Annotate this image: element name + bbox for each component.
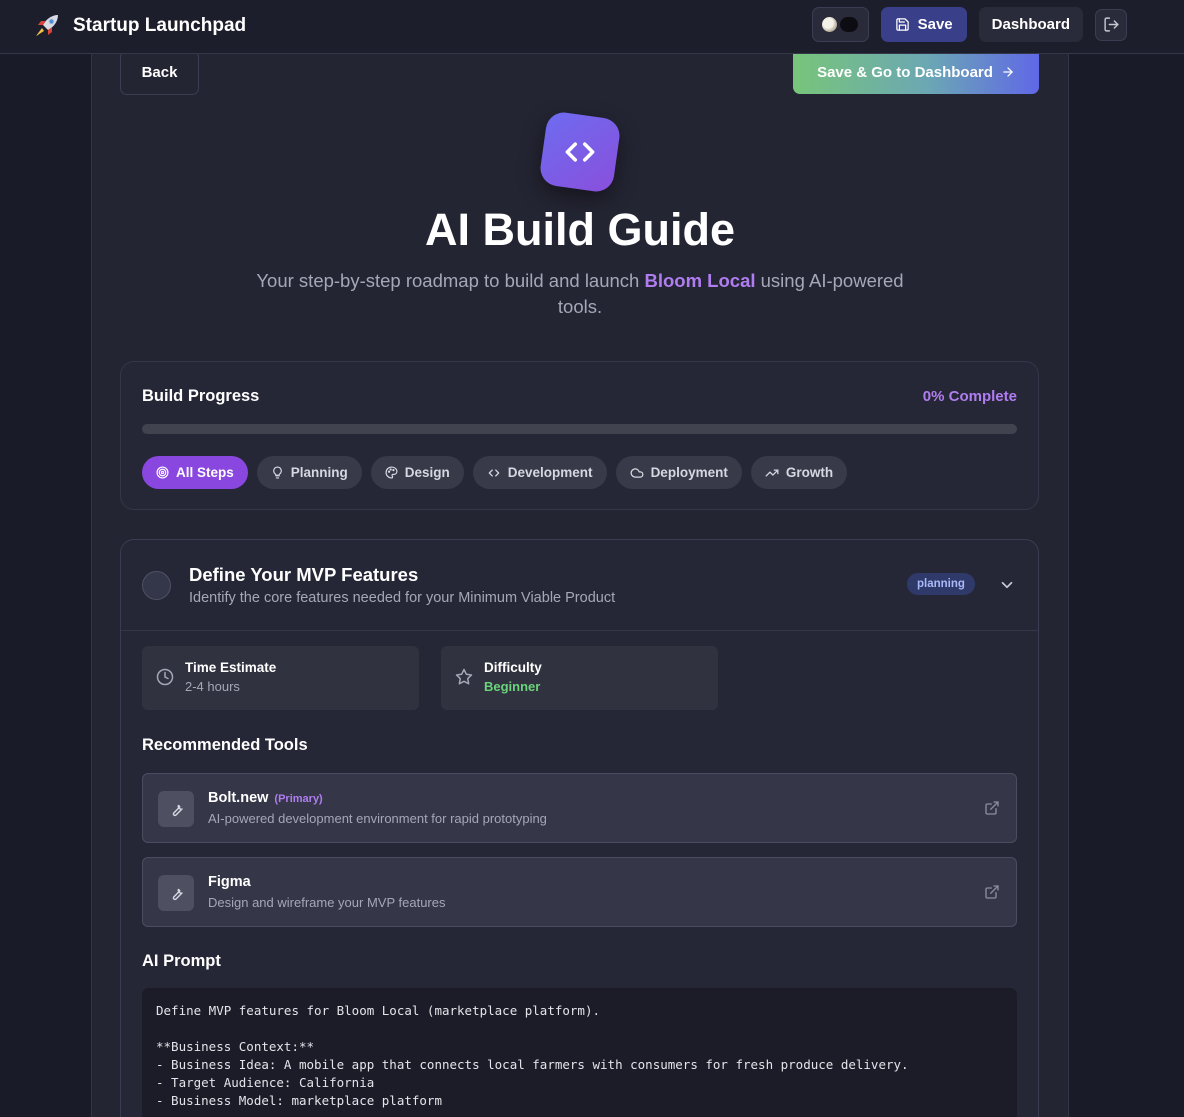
filter-planning[interactable]: Planning [256,456,362,489]
filter-label: Growth [785,465,834,480]
tool-description: AI-powered development environment for r… [208,811,547,826]
progress-percent: 0% Complete [922,388,1017,405]
lightbulb-icon [272,466,282,479]
wrench-icon [158,875,194,911]
target-icon [156,466,169,479]
step-header[interactable]: Define Your MVP Features Identify the co… [121,540,1038,631]
project-name: Bloom Local [644,270,756,291]
filter-all-steps[interactable]: All Steps [142,456,248,489]
external-link-icon[interactable] [984,800,1000,816]
code-icon [538,110,622,194]
tool-item-figma[interactable]: Figma Design and wireframe your MVP feat… [142,857,1017,927]
tool-description: Design and wireframe your MVP features [208,895,446,910]
filter-deployment[interactable]: Deployment [615,456,742,489]
brand-name: Startup Launchpad [73,15,247,36]
step-category-badge: planning [907,573,975,595]
primary-tag: (Primary) [274,793,323,805]
build-progress-panel: Build Progress 0% Complete All Steps Pla… [120,361,1039,510]
save-and-go-label: Save & Go to Dashboard [817,63,993,81]
ai-prompt-heading: AI Prompt [142,952,221,970]
arrow-right-icon [1003,67,1013,77]
filter-design[interactable]: Design [370,456,464,489]
logout-icon [1103,17,1119,32]
filter-label: Design [404,465,450,480]
dashboard-button[interactable]: Dashboard [978,7,1083,42]
filter-label: All Steps [176,465,234,480]
filter-label: Development [507,465,593,480]
back-button[interactable]: Back [120,50,199,95]
tool-name-text: Figma [208,874,251,890]
palette-icon [385,466,398,479]
save-button-label: Save [917,16,953,33]
step-filters: All Steps Planning Design Development De… [142,456,848,489]
trending-up-icon [765,468,779,477]
logout-button[interactable] [1095,8,1127,41]
chevron-down-icon[interactable] [998,576,1016,594]
filter-development[interactable]: Development [472,456,607,489]
filter-label: Deployment [650,465,728,480]
step-card: Define Your MVP Features Identify the co… [120,539,1039,1117]
dark-mode-icon [840,17,859,32]
tool-name: Bolt.new (Primary) [208,790,323,806]
difficulty-label: Difficulty [484,660,542,675]
code-icon [488,468,500,477]
filter-label: Planning [290,465,348,480]
tool-item-bolt[interactable]: Bolt.new (Primary) AI-powered development… [142,773,1017,843]
brand[interactable]: Startup Launchpad [31,10,246,42]
save-icon [895,18,909,31]
tool-name-text: Bolt.new [208,790,269,806]
star-icon [455,668,473,685]
wrench-icon [158,791,194,827]
moon-icon [822,17,838,32]
step-title: Define Your MVP Features [189,564,419,585]
difficulty-value: Beginner [484,679,541,694]
recommended-tools-heading: Recommended Tools [142,736,308,754]
theme-toggle[interactable] [811,7,869,42]
ai-prompt-text[interactable]: Define MVP features for Bloom Local (mar… [142,988,1017,1117]
cloud-icon [630,467,643,478]
time-estimate-value: 2-4 hours [185,679,240,694]
page-title: AI Build Guide [425,204,735,255]
step-complete-checkbox[interactable] [142,571,171,600]
save-button[interactable]: Save [880,7,967,42]
clock-icon [156,668,174,686]
build-progress-title: Build Progress [142,387,260,405]
page-subtitle: Your step-by-step roadmap to build and l… [240,268,920,320]
step-description: Identify the core features needed for yo… [189,590,616,606]
top-nav: Startup Launchpad Save Dashboard [0,0,1184,54]
time-estimate-box: Time Estimate 2-4 hours [142,646,419,710]
rocket-icon [31,10,63,42]
difficulty-box: Difficulty Beginner [441,646,718,710]
filter-growth[interactable]: Growth [750,456,848,489]
external-link-icon[interactable] [984,884,1000,900]
tool-name: Figma [208,874,251,890]
save-and-go-dashboard-button[interactable]: Save & Go to Dashboard [793,50,1039,94]
subtitle-text-before: Your step-by-step roadmap to build and l… [256,270,645,291]
progress-bar [142,424,1017,434]
time-estimate-label: Time Estimate [185,660,277,675]
